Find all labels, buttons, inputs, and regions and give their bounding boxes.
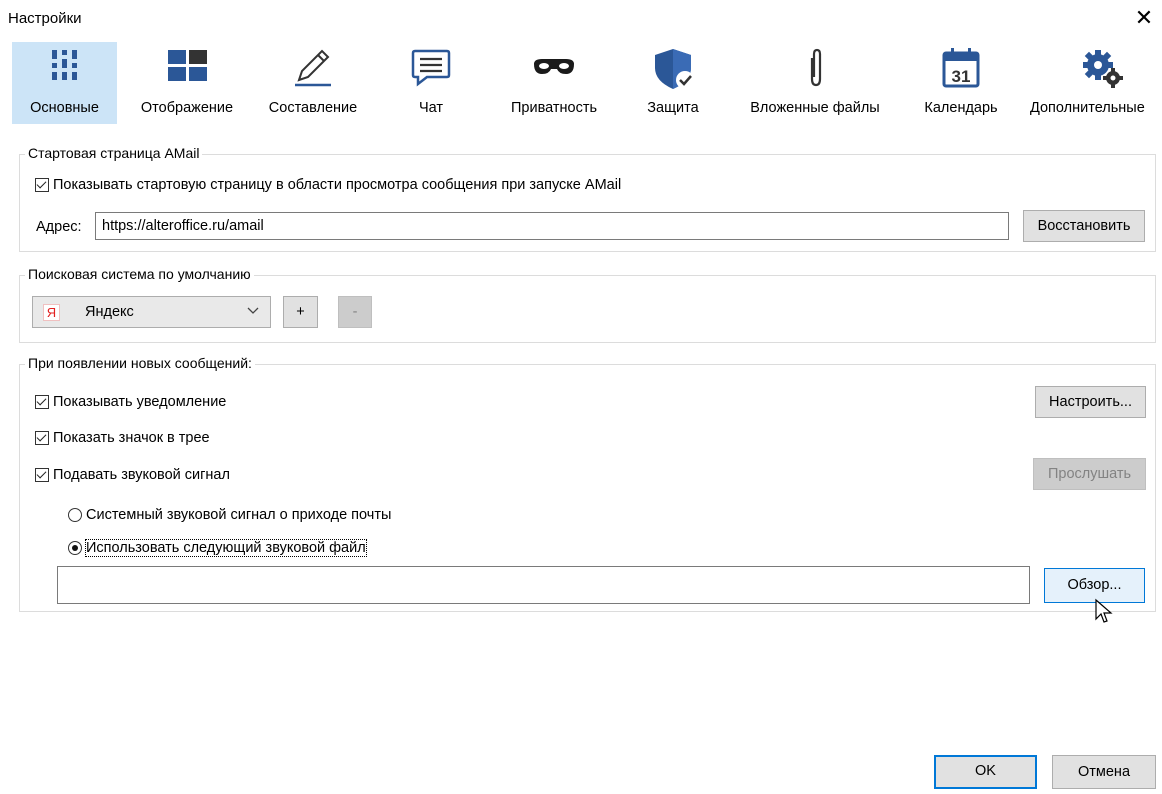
play-sound-label: Подавать звуковой сигнал [53, 467, 230, 483]
new-messages-group: При появлении новых сообщений: Показыват… [19, 355, 1156, 612]
mouse-cursor-icon [1095, 598, 1113, 623]
tab-chat[interactable]: Чат [396, 42, 466, 124]
tray-icon-label: Показать значок в трее [53, 430, 210, 446]
sound-file-input[interactable] [57, 566, 1030, 604]
checkbox-box[interactable] [35, 395, 49, 409]
yandex-logo-icon: Я [43, 304, 60, 321]
search-engine-legend: Поисковая система по умолчанию [25, 266, 254, 282]
tab-calendar-label: Календарь [924, 100, 998, 116]
show-notification-checkbox[interactable]: Показывать уведомление [35, 394, 226, 410]
search-engine-value: Яндекс [85, 304, 134, 320]
pencil-icon [295, 49, 331, 87]
start-page-legend: Стартовая страница AMail [25, 145, 203, 161]
checkbox-box[interactable] [35, 431, 49, 445]
play-sound-checkbox[interactable]: Подавать звуковой сигнал [35, 467, 230, 483]
tab-compose[interactable]: Составление [258, 42, 368, 124]
radio-circle[interactable] [68, 541, 82, 555]
tab-security[interactable]: Защита [632, 42, 714, 124]
tab-advanced[interactable]: Дополнительные [1024, 42, 1162, 124]
layout-grid-icon [168, 50, 207, 81]
custom-sound-label: Использовать следующий звуковой файл [85, 539, 367, 557]
title-bar: Настройки ✕ [0, 0, 1162, 36]
tab-general-label: Основные [30, 100, 99, 116]
system-sound-radio[interactable]: Системный звуковой сигнал о приходе почт… [68, 507, 391, 523]
add-engine-button[interactable]: + [283, 296, 318, 328]
tab-privacy[interactable]: Приватность [493, 42, 615, 124]
cancel-button[interactable]: Отмена [1052, 755, 1156, 789]
system-sound-label: Системный звуковой сигнал о приходе почт… [86, 507, 392, 523]
remove-engine-button[interactable]: - [338, 296, 372, 328]
chat-bubble-icon [411, 49, 451, 87]
radio-circle[interactable] [68, 508, 82, 522]
tab-attachments-label: Вложенные файлы [750, 100, 880, 116]
checkbox-box[interactable] [35, 178, 49, 192]
address-label: Адрес: [36, 219, 82, 235]
search-engine-select[interactable]: Я Яндекс [32, 296, 271, 328]
paperclip-icon [810, 48, 822, 87]
window-title: Настройки [8, 10, 82, 27]
calendar-icon: 31 [942, 48, 980, 88]
checkbox-box[interactable] [35, 468, 49, 482]
show-notification-label: Показывать уведомление [53, 394, 227, 410]
tab-display-label: Отображение [140, 100, 234, 116]
settings-toolbar: Основные Отображение Составление Чат При… [0, 42, 1162, 126]
restore-button[interactable]: Восстановить [1023, 210, 1145, 242]
tray-icon-checkbox[interactable]: Показать значок в трее [35, 430, 210, 446]
chevron-down-icon [247, 307, 259, 314]
tab-compose-label: Составление [268, 100, 358, 116]
tab-display[interactable]: Отображение [128, 42, 246, 124]
gears-icon [1083, 50, 1123, 88]
address-input[interactable]: https://alteroffice.ru/amail [95, 212, 1009, 240]
calendar-day: 31 [952, 67, 971, 86]
tab-security-label: Защита [647, 100, 699, 116]
listen-button[interactable]: Прослушать [1033, 458, 1146, 490]
tab-calendar[interactable]: 31 Календарь [914, 42, 1008, 124]
show-start-page-label: Показывать стартовую страницу в области … [53, 177, 622, 193]
search-engine-group: Поисковая система по умолчанию Я Яндекс … [19, 266, 1156, 343]
show-start-page-checkbox[interactable]: Показывать стартовую страницу в области … [35, 177, 621, 193]
mask-icon [534, 59, 574, 74]
tab-attachments[interactable]: Вложенные файлы [735, 42, 895, 124]
sliders-icon [51, 50, 77, 80]
tab-advanced-label: Дополнительные [1030, 100, 1145, 116]
custom-sound-radio[interactable]: Использовать следующий звуковой файл [68, 539, 367, 557]
ok-button[interactable]: OK [934, 755, 1037, 789]
tab-general[interactable]: Основные [12, 42, 117, 124]
configure-notification-button[interactable]: Настроить... [1035, 386, 1146, 418]
tab-privacy-label: Приватность [510, 100, 598, 116]
start-page-group: Стартовая страница AMail Показывать стар… [19, 145, 1156, 252]
close-icon[interactable]: ✕ [1132, 4, 1156, 32]
shield-check-icon [655, 49, 694, 89]
tab-chat-label: Чат [418, 100, 444, 116]
new-messages-legend: При появлении новых сообщений: [25, 355, 255, 371]
